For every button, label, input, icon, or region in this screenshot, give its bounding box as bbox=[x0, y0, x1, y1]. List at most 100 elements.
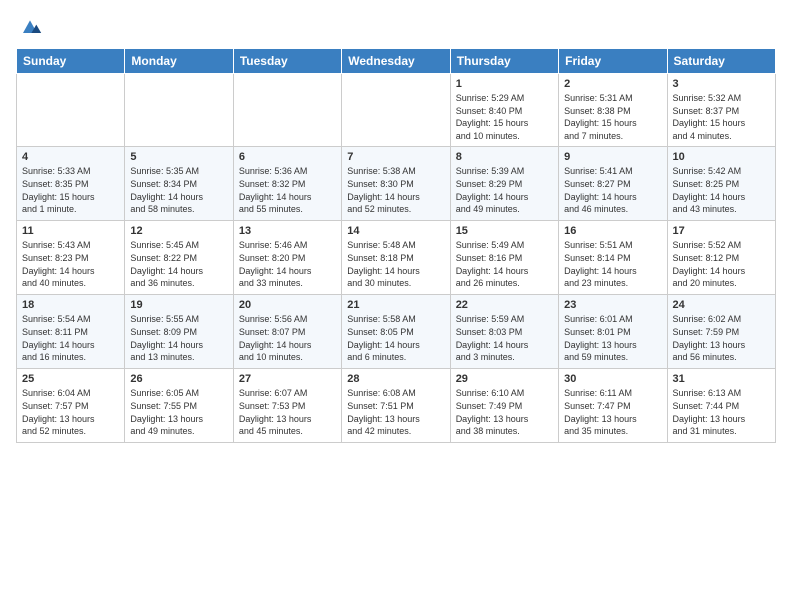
day-number: 26 bbox=[130, 373, 227, 385]
day-number: 8 bbox=[456, 151, 553, 163]
day-info: Sunrise: 5:56 AM Sunset: 8:07 PM Dayligh… bbox=[239, 313, 336, 363]
day-number: 29 bbox=[456, 373, 553, 385]
logo bbox=[16, 12, 48, 40]
calendar-cell: 20 Sunrise: 5:56 AM Sunset: 8:07 PM Dayli… bbox=[233, 295, 341, 369]
day-number: 25 bbox=[22, 373, 119, 385]
day-info: Sunrise: 5:49 AM Sunset: 8:16 PM Dayligh… bbox=[456, 239, 553, 289]
page: SundayMondayTuesdayWednesdayThursdayFrid… bbox=[0, 0, 792, 453]
day-info: Sunrise: 5:54 AM Sunset: 8:11 PM Dayligh… bbox=[22, 313, 119, 363]
day-info: Sunrise: 6:02 AM Sunset: 7:59 PM Dayligh… bbox=[673, 313, 770, 363]
weekday-header-row: SundayMondayTuesdayWednesdayThursdayFrid… bbox=[17, 49, 776, 74]
calendar-cell: 21 Sunrise: 5:58 AM Sunset: 8:05 PM Dayli… bbox=[342, 295, 450, 369]
calendar-cell: 31 Sunrise: 6:13 AM Sunset: 7:44 PM Dayli… bbox=[667, 369, 775, 443]
weekday-header-friday: Friday bbox=[559, 49, 667, 74]
calendar-row-3: 11 Sunrise: 5:43 AM Sunset: 8:23 PM Dayli… bbox=[17, 221, 776, 295]
day-info: Sunrise: 5:58 AM Sunset: 8:05 PM Dayligh… bbox=[347, 313, 444, 363]
calendar-cell bbox=[342, 74, 450, 147]
day-info: Sunrise: 5:36 AM Sunset: 8:32 PM Dayligh… bbox=[239, 165, 336, 215]
day-number: 23 bbox=[564, 299, 661, 311]
day-info: Sunrise: 6:08 AM Sunset: 7:51 PM Dayligh… bbox=[347, 387, 444, 437]
day-number: 28 bbox=[347, 373, 444, 385]
day-info: Sunrise: 6:11 AM Sunset: 7:47 PM Dayligh… bbox=[564, 387, 661, 437]
calendar-cell: 6 Sunrise: 5:36 AM Sunset: 8:32 PM Daylig… bbox=[233, 147, 341, 221]
calendar-cell: 16 Sunrise: 5:51 AM Sunset: 8:14 PM Dayli… bbox=[559, 221, 667, 295]
day-info: Sunrise: 5:29 AM Sunset: 8:40 PM Dayligh… bbox=[456, 92, 553, 142]
day-info: Sunrise: 5:45 AM Sunset: 8:22 PM Dayligh… bbox=[130, 239, 227, 289]
day-number: 18 bbox=[22, 299, 119, 311]
header bbox=[16, 12, 776, 40]
day-number: 10 bbox=[673, 151, 770, 163]
day-info: Sunrise: 5:43 AM Sunset: 8:23 PM Dayligh… bbox=[22, 239, 119, 289]
calendar-cell: 26 Sunrise: 6:05 AM Sunset: 7:55 PM Dayli… bbox=[125, 369, 233, 443]
day-number: 7 bbox=[347, 151, 444, 163]
day-number: 14 bbox=[347, 225, 444, 237]
day-info: Sunrise: 6:01 AM Sunset: 8:01 PM Dayligh… bbox=[564, 313, 661, 363]
day-info: Sunrise: 5:35 AM Sunset: 8:34 PM Dayligh… bbox=[130, 165, 227, 215]
day-info: Sunrise: 6:10 AM Sunset: 7:49 PM Dayligh… bbox=[456, 387, 553, 437]
calendar-cell: 3Sunrise: 5:32 AM Sunset: 8:37 PM Daylig… bbox=[667, 74, 775, 147]
day-info: Sunrise: 5:42 AM Sunset: 8:25 PM Dayligh… bbox=[673, 165, 770, 215]
day-number: 13 bbox=[239, 225, 336, 237]
weekday-header-tuesday: Tuesday bbox=[233, 49, 341, 74]
day-info: Sunrise: 5:46 AM Sunset: 8:20 PM Dayligh… bbox=[239, 239, 336, 289]
day-number: 12 bbox=[130, 225, 227, 237]
calendar-cell: 24 Sunrise: 6:02 AM Sunset: 7:59 PM Dayli… bbox=[667, 295, 775, 369]
calendar-cell: 17Sunrise: 5:52 AM Sunset: 8:12 PM Dayli… bbox=[667, 221, 775, 295]
calendar-cell: 22 Sunrise: 5:59 AM Sunset: 8:03 PM Dayli… bbox=[450, 295, 558, 369]
calendar-cell: 23 Sunrise: 6:01 AM Sunset: 8:01 PM Dayli… bbox=[559, 295, 667, 369]
calendar-cell: 29 Sunrise: 6:10 AM Sunset: 7:49 PM Dayli… bbox=[450, 369, 558, 443]
calendar-row-4: 18 Sunrise: 5:54 AM Sunset: 8:11 PM Dayli… bbox=[17, 295, 776, 369]
day-info: Sunrise: 5:52 AM Sunset: 8:12 PM Dayligh… bbox=[673, 239, 770, 289]
day-number: 27 bbox=[239, 373, 336, 385]
day-number: 9 bbox=[564, 151, 661, 163]
day-info: Sunrise: 6:13 AM Sunset: 7:44 PM Dayligh… bbox=[673, 387, 770, 437]
day-number: 22 bbox=[456, 299, 553, 311]
calendar-cell bbox=[17, 74, 125, 147]
day-number: 3 bbox=[673, 78, 770, 90]
day-number: 24 bbox=[673, 299, 770, 311]
day-info: Sunrise: 6:05 AM Sunset: 7:55 PM Dayligh… bbox=[130, 387, 227, 437]
calendar-cell: 18 Sunrise: 5:54 AM Sunset: 8:11 PM Dayli… bbox=[17, 295, 125, 369]
day-info: Sunrise: 6:04 AM Sunset: 7:57 PM Dayligh… bbox=[22, 387, 119, 437]
calendar-table: SundayMondayTuesdayWednesdayThursdayFrid… bbox=[16, 48, 776, 443]
calendar-cell: 7 Sunrise: 5:38 AM Sunset: 8:30 PM Daylig… bbox=[342, 147, 450, 221]
calendar-row-2: 4 Sunrise: 5:33 AM Sunset: 8:35 PM Daylig… bbox=[17, 147, 776, 221]
day-info: Sunrise: 5:41 AM Sunset: 8:27 PM Dayligh… bbox=[564, 165, 661, 215]
day-info: Sunrise: 5:33 AM Sunset: 8:35 PM Dayligh… bbox=[22, 165, 119, 215]
weekday-header-monday: Monday bbox=[125, 49, 233, 74]
day-info: Sunrise: 5:55 AM Sunset: 8:09 PM Dayligh… bbox=[130, 313, 227, 363]
day-number: 16 bbox=[564, 225, 661, 237]
calendar-cell: 12 Sunrise: 5:45 AM Sunset: 8:22 PM Dayli… bbox=[125, 221, 233, 295]
calendar-cell: 11 Sunrise: 5:43 AM Sunset: 8:23 PM Dayli… bbox=[17, 221, 125, 295]
day-number: 21 bbox=[347, 299, 444, 311]
day-number: 19 bbox=[130, 299, 227, 311]
calendar-cell: 2 Sunrise: 5:31 AM Sunset: 8:38 PM Daylig… bbox=[559, 74, 667, 147]
day-info: Sunrise: 5:31 AM Sunset: 8:38 PM Dayligh… bbox=[564, 92, 661, 142]
calendar-cell: 30 Sunrise: 6:11 AM Sunset: 7:47 PM Dayli… bbox=[559, 369, 667, 443]
calendar-cell bbox=[125, 74, 233, 147]
day-number: 11 bbox=[22, 225, 119, 237]
day-number: 4 bbox=[22, 151, 119, 163]
day-number: 5 bbox=[130, 151, 227, 163]
calendar-cell: 4 Sunrise: 5:33 AM Sunset: 8:35 PM Daylig… bbox=[17, 147, 125, 221]
day-number: 20 bbox=[239, 299, 336, 311]
day-info: Sunrise: 5:38 AM Sunset: 8:30 PM Dayligh… bbox=[347, 165, 444, 215]
calendar-cell: 19 Sunrise: 5:55 AM Sunset: 8:09 PM Dayli… bbox=[125, 295, 233, 369]
day-info: Sunrise: 5:48 AM Sunset: 8:18 PM Dayligh… bbox=[347, 239, 444, 289]
day-number: 15 bbox=[456, 225, 553, 237]
day-number: 1 bbox=[456, 78, 553, 90]
day-info: Sunrise: 5:51 AM Sunset: 8:14 PM Dayligh… bbox=[564, 239, 661, 289]
day-number: 6 bbox=[239, 151, 336, 163]
calendar-cell: 15 Sunrise: 5:49 AM Sunset: 8:16 PM Dayli… bbox=[450, 221, 558, 295]
day-number: 30 bbox=[564, 373, 661, 385]
calendar-cell: 10 Sunrise: 5:42 AM Sunset: 8:25 PM Dayli… bbox=[667, 147, 775, 221]
calendar-cell: 14 Sunrise: 5:48 AM Sunset: 8:18 PM Dayli… bbox=[342, 221, 450, 295]
calendar-cell: 1 Sunrise: 5:29 AM Sunset: 8:40 PM Daylig… bbox=[450, 74, 558, 147]
day-number: 2 bbox=[564, 78, 661, 90]
day-number: 31 bbox=[673, 373, 770, 385]
day-info: Sunrise: 5:39 AM Sunset: 8:29 PM Dayligh… bbox=[456, 165, 553, 215]
weekday-header-sunday: Sunday bbox=[17, 49, 125, 74]
calendar-row-1: 1 Sunrise: 5:29 AM Sunset: 8:40 PM Daylig… bbox=[17, 74, 776, 147]
day-info: Sunrise: 5:59 AM Sunset: 8:03 PM Dayligh… bbox=[456, 313, 553, 363]
weekday-header-thursday: Thursday bbox=[450, 49, 558, 74]
